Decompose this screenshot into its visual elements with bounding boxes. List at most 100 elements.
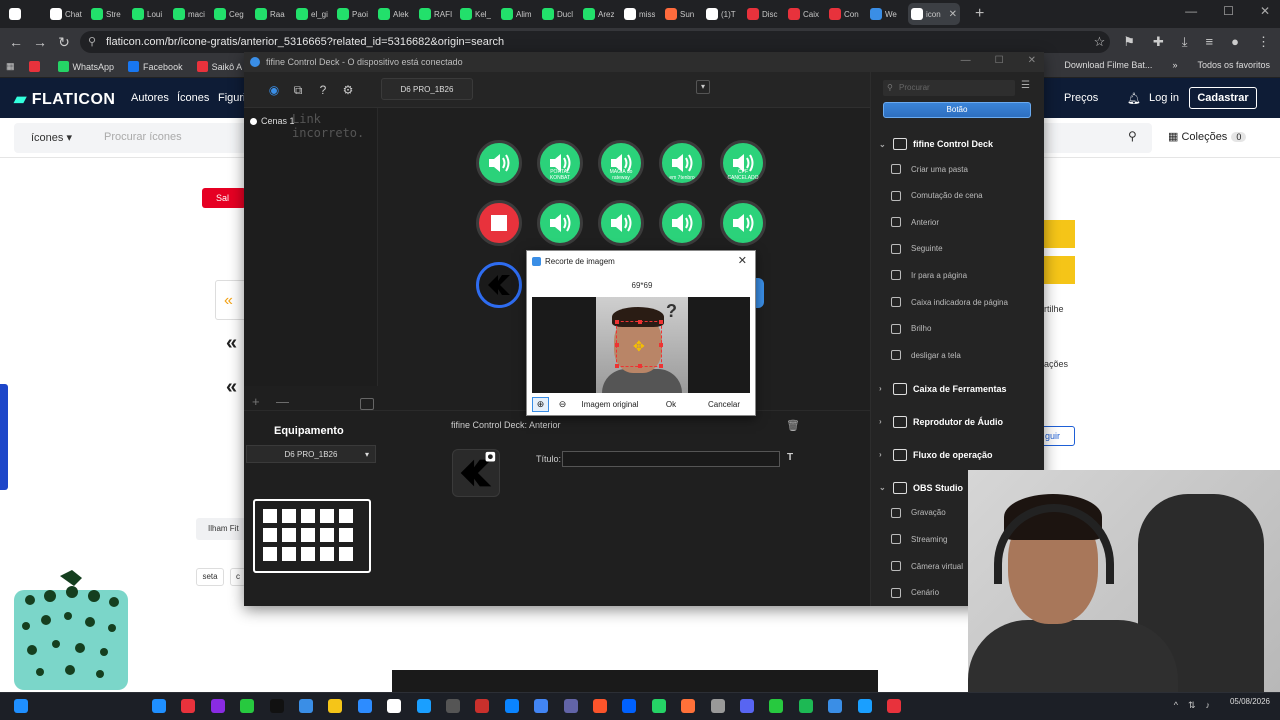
nav-autores[interactable]: Autores	[131, 92, 169, 104]
action-item[interactable]: Criar uma pasta	[891, 160, 1041, 178]
deck-button[interactable]: PORTAL KONBAT	[537, 140, 583, 186]
close-icon[interactable]: ✕	[1260, 4, 1270, 18]
collections-button[interactable]: ▦ Coleções 0	[1168, 130, 1247, 143]
nav-figurinhas[interactable]: Figuri	[218, 92, 246, 104]
pinterest-save-button[interactable]: Sal	[202, 188, 246, 208]
browser-tab[interactable]: Kel_	[457, 3, 493, 25]
taskbar-app-icon[interactable]	[828, 699, 843, 713]
cancel-button[interactable]: Cancelar	[703, 397, 745, 412]
browser-tab[interactable]: miss	[621, 3, 657, 25]
new-tab-icon[interactable]: +	[975, 5, 984, 23]
browser-tab[interactable]: Alek	[375, 3, 411, 25]
taskbar-app-icon[interactable]	[740, 699, 754, 713]
browser-tab[interactable]: Stre	[88, 3, 124, 25]
crop-canvas[interactable]: ? ✥	[532, 297, 750, 393]
browser-tab[interactable]: RAFI	[416, 3, 452, 25]
taskbar-app-icon[interactable]	[681, 699, 696, 713]
volume-icon[interactable]: ♪	[1206, 700, 1211, 711]
browser-tab[interactable]: el_gi	[293, 3, 329, 25]
taskbar-app-icon[interactable]	[504, 699, 519, 713]
list-view-icon[interactable]: ☰	[1021, 80, 1030, 91]
scene-settings-icon[interactable]	[360, 398, 374, 410]
scene-item[interactable]: Cenas 1	[250, 116, 295, 126]
actions-search-input[interactable]: ⚲ Procurar	[883, 80, 1015, 96]
action-item[interactable]: Anterior	[891, 213, 1041, 231]
download-button-svg[interactable]	[1044, 256, 1075, 284]
bookmark-star-icon[interactable]: ☆	[1094, 34, 1106, 50]
original-image-button[interactable]: Imagem original	[577, 397, 643, 412]
taskbar-app-icon[interactable]	[857, 699, 872, 713]
taskbar-app-icon[interactable]	[152, 699, 166, 713]
remove-scene-button[interactable]: —	[276, 394, 289, 409]
deck-button[interactable]	[537, 200, 583, 246]
browser-tab[interactable]: Ducl	[539, 3, 575, 25]
browser-tab[interactable]: (1)T	[703, 3, 739, 25]
browser-tab[interactable]: We	[867, 3, 903, 25]
deck-button[interactable]	[598, 200, 644, 246]
flaticon-logo[interactable]: ▰ FLATICON	[14, 89, 115, 109]
taskbar-app-icon[interactable]	[181, 699, 196, 713]
device-select[interactable]: D6 PRO_1B26 ▾	[246, 445, 376, 463]
nav-icones[interactable]: Ícones	[177, 92, 209, 104]
action-category[interactable]: ⌄ fifine Control Deck	[879, 134, 1039, 154]
back-icon[interactable]: ←	[4, 34, 28, 50]
crop-selection[interactable]: ✥	[615, 320, 663, 368]
taskbar-app-icon[interactable]	[269, 699, 284, 713]
text-format-icon[interactable]: T	[787, 452, 793, 463]
device-tab[interactable]: D6 PRO_1B26	[381, 78, 473, 100]
download-button-png[interactable]	[1044, 220, 1075, 248]
taskbar-app-icon[interactable]	[887, 699, 901, 713]
deck-button[interactable]: MAGIA do rateway	[598, 140, 644, 186]
network-icon[interactable]: ⇅	[1188, 700, 1196, 711]
browser-tab[interactable]: Ceg	[211, 3, 247, 25]
follow-button[interactable]: guir	[1040, 426, 1075, 446]
taskbar-app-icon[interactable]	[387, 699, 402, 713]
taskbar-app-icon[interactable]	[710, 699, 725, 713]
deck-button[interactable]: CPF CANCELADO	[720, 140, 766, 186]
reload-icon[interactable]: ↻	[52, 34, 76, 51]
bell-icon[interactable]: 🔔︎	[1127, 92, 1141, 105]
author-chip[interactable]: Ilham Fit	[196, 518, 248, 540]
maximize-icon[interactable]: ☐	[995, 55, 1004, 66]
button-icon-preview[interactable]	[452, 449, 500, 497]
deck-button[interactable]	[476, 262, 522, 308]
bookmark-item[interactable]: Facebook	[128, 61, 183, 72]
close-icon[interactable]: ✕	[738, 254, 747, 267]
home-icon[interactable]: ◉	[266, 82, 282, 98]
maximize-icon[interactable]: ☐	[1223, 4, 1234, 18]
clock[interactable]: 05/08/2026	[1230, 697, 1270, 707]
taskbar-app-icon[interactable]	[299, 699, 313, 713]
action-item[interactable]: Ir para a página	[891, 266, 1041, 284]
site-info-icon[interactable]: ⚲	[88, 35, 96, 48]
settings-icon[interactable]: ⚙	[340, 82, 356, 98]
icon-thumb-color[interactable]: «	[215, 280, 247, 320]
taskbar-app-icon[interactable]	[622, 699, 637, 713]
chevron-up-icon[interactable]: ^	[1174, 700, 1178, 711]
browser-tab[interactable]: Arez	[580, 3, 616, 25]
taskbar-app-icon[interactable]	[593, 699, 607, 713]
taskbar-app-icon[interactable]	[563, 699, 578, 713]
action-item[interactable]: Caixa indicadora de página	[891, 293, 1041, 311]
browser-tab[interactable]: Raa	[252, 3, 288, 25]
help-icon[interactable]: ?	[315, 82, 331, 98]
puzzle-icon[interactable]: ✚	[1153, 34, 1164, 50]
chevron-down-icon[interactable]: ▾	[696, 80, 710, 94]
close-tab-icon[interactable]: ✕	[949, 9, 960, 20]
forward-icon[interactable]: →	[28, 34, 52, 50]
device-layout-preview[interactable]	[253, 499, 371, 573]
browser-tab[interactable]: maci	[170, 3, 206, 25]
browser-tab[interactable]: Chat	[47, 3, 83, 25]
deck-button[interactable]	[476, 140, 522, 186]
tag-chip[interactable]: seta	[196, 568, 224, 586]
taskbar-app-icon[interactable]	[328, 699, 343, 713]
store-icon[interactable]: ⧉	[290, 82, 306, 98]
browser-tab[interactable]	[6, 3, 42, 25]
ok-button[interactable]: Ok	[657, 397, 685, 412]
minimize-icon[interactable]: —	[961, 55, 971, 66]
extension-icon[interactable]: ⚑	[1123, 34, 1135, 50]
trash-icon[interactable]: 🗑︎	[786, 419, 800, 432]
taskbar-app-icon[interactable]	[416, 699, 431, 713]
title-input[interactable]	[562, 451, 780, 467]
bookmark-item[interactable]: Saikô A	[196, 61, 242, 72]
side-tab[interactable]	[0, 384, 8, 490]
